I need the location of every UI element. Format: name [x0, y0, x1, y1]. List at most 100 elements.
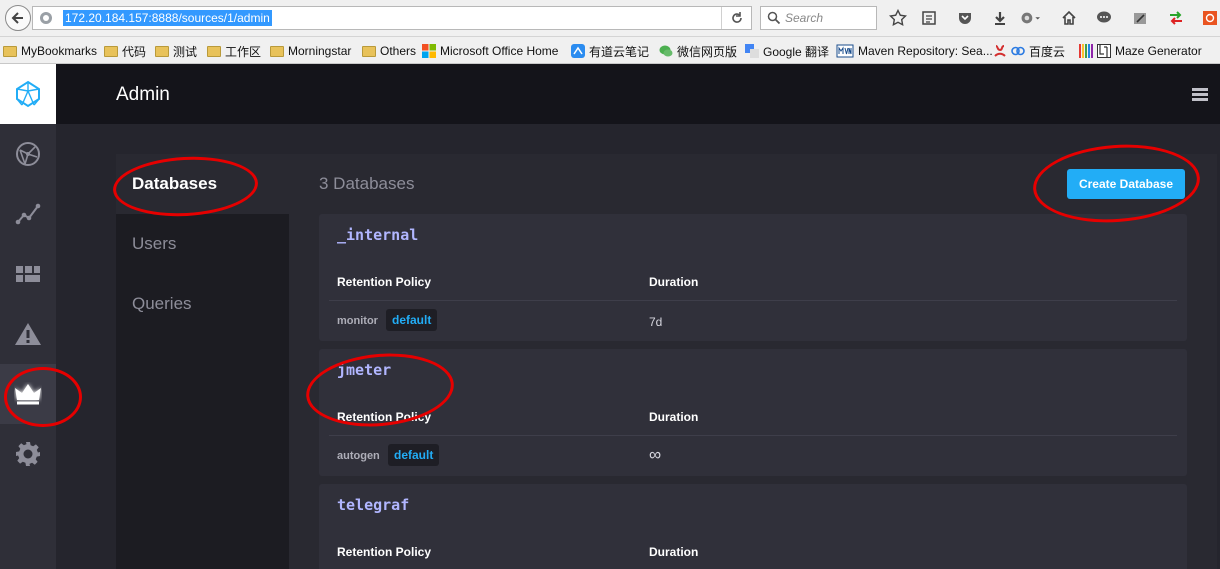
sidebar-item-alerts[interactable]	[0, 304, 56, 364]
subnav-item-users[interactable]: Users	[116, 214, 289, 274]
chronograf-logo-icon	[16, 80, 40, 108]
default-badge: default	[388, 444, 440, 466]
bookmark-label: 代码	[122, 44, 147, 59]
folder-icon	[270, 45, 284, 57]
default-badge: default	[386, 309, 438, 331]
column-header-retention-policy: Retention Policy	[337, 275, 432, 289]
sidebar-item-data-explorer[interactable]	[0, 184, 56, 244]
graph-line-icon	[15, 203, 41, 225]
bookmark-wechat[interactable]: 微信网页版	[659, 42, 737, 60]
page-title: Admin	[116, 84, 170, 105]
alert-triangle-icon	[15, 323, 41, 345]
bookmark-label: Google 翻译	[763, 44, 830, 59]
bookmark-label: Others	[380, 44, 417, 58]
header-menu-button[interactable]	[1192, 88, 1208, 107]
folder-icon	[104, 45, 118, 57]
subnav-item-queries[interactable]: Queries	[116, 274, 289, 334]
bookmark-label: 微信网页版	[677, 44, 738, 59]
logo[interactable]	[0, 64, 56, 124]
database-card-jmeter: jmeter Retention Policy Duration autogen…	[319, 349, 1187, 476]
star-icon[interactable]	[888, 8, 908, 28]
bookmark-test[interactable]: 测试	[155, 42, 197, 60]
column-header-duration: Duration	[649, 545, 699, 559]
network-icon	[16, 142, 40, 166]
back-button[interactable]	[5, 5, 31, 31]
mvn-icon	[836, 44, 854, 58]
bookmark-label: Morningstar	[288, 44, 352, 58]
bookmark-google-translate[interactable]: Google 翻译	[745, 42, 829, 60]
bookmark-label: Microsoft Office Home	[440, 44, 559, 58]
retention-duration: ∞	[649, 445, 662, 464]
bookmark-others[interactable]: Others	[362, 42, 416, 60]
folder-icon	[207, 45, 221, 57]
folder-icon	[3, 45, 17, 57]
databases-count-title: 3 Databases	[319, 174, 415, 193]
browser-toolbar: 172.20.184.157:8888/sources/1/admin Sear…	[0, 0, 1220, 37]
row-divider	[329, 435, 1177, 436]
cloud-icon	[1011, 46, 1025, 56]
folder-icon	[362, 45, 376, 57]
reading-list-icon[interactable]	[919, 8, 939, 28]
sidebar-item-host-list[interactable]	[0, 124, 56, 184]
arrow-left-icon	[11, 12, 23, 24]
dashboard-grid-icon	[16, 266, 40, 282]
gear-icon	[16, 442, 40, 466]
baidu-icon	[994, 45, 1006, 57]
annotation-circle-admin	[4, 367, 82, 427]
addon-menu-icon[interactable]	[1020, 8, 1040, 28]
database-name: _internal	[337, 226, 419, 244]
bookmark-maven[interactable]: Maven Repository: Sea...	[836, 42, 993, 60]
ms-office-icon	[422, 44, 436, 58]
bookmark-label: 百度云	[1029, 44, 1066, 59]
bookmark-mybookmarks[interactable]: MyBookmarks	[3, 42, 97, 60]
search-bar[interactable]: Search	[760, 6, 877, 30]
chat-icon[interactable]	[1094, 8, 1114, 28]
retention-policy-name: monitor	[337, 315, 378, 327]
bookmark-youdao[interactable]: 有道云笔记	[571, 42, 649, 60]
bookmark-label: 工作区	[225, 44, 262, 59]
app-sidebar	[0, 64, 56, 569]
list-menu-icon	[1192, 88, 1208, 101]
column-header-retention-policy: Retention Policy	[337, 545, 432, 559]
retention-duration: 7d	[649, 315, 663, 329]
retention-policy-name: autogen	[337, 450, 380, 462]
bookmark-label: 测试	[173, 44, 198, 59]
home-icon[interactable]	[1059, 8, 1079, 28]
row-divider	[329, 300, 1177, 301]
bookmark-code[interactable]: 代码	[104, 42, 146, 60]
ubuntu-icon[interactable]	[1200, 8, 1220, 28]
bookmark-label: MyBookmarks	[21, 44, 98, 58]
download-icon[interactable]	[990, 8, 1010, 28]
sidebar-item-configuration[interactable]	[0, 424, 56, 484]
bookmark-workspace[interactable]: 工作区	[207, 42, 261, 60]
note-icon	[571, 44, 585, 58]
bookmark-morningstar[interactable]: Morningstar	[270, 42, 351, 60]
url-bar[interactable]: 172.20.184.157:8888/sources/1/admin	[32, 6, 752, 30]
database-card-internal: _internal Retention Policy Duration moni…	[319, 214, 1187, 341]
column-header-duration: Duration	[649, 410, 699, 424]
colorbars-icon	[1079, 44, 1093, 58]
bookmark-baidu-yun[interactable]: 百度云	[993, 42, 1065, 60]
bookmark-maze-generator[interactable]: Maze Generator	[1079, 42, 1202, 60]
maze-icon	[1097, 44, 1111, 58]
sidebar-item-dashboards[interactable]	[0, 244, 56, 304]
reload-icon	[731, 12, 742, 23]
url-text[interactable]: 172.20.184.157:8888/sources/1/admin	[63, 10, 272, 26]
search-placeholder: Search	[785, 11, 824, 25]
admin-subnav: Databases Users Queries	[116, 154, 289, 569]
page-header: Admin	[56, 64, 1220, 124]
sync-icon[interactable]	[1166, 8, 1186, 28]
database-card-telegraf: telegraf Retention Policy Duration	[319, 484, 1187, 569]
globe-icon	[40, 12, 52, 24]
notes-icon[interactable]	[1130, 8, 1150, 28]
wechat-icon	[659, 45, 673, 57]
pocket-icon[interactable]	[955, 8, 975, 28]
bookmark-office[interactable]: Microsoft Office Home	[422, 42, 558, 60]
reload-button[interactable]	[721, 7, 751, 29]
bookmarks-bar: MyBookmarks 代码 测试 工作区 Morningstar Others…	[0, 37, 1220, 64]
bookmark-label: Maze Generator	[1115, 44, 1202, 58]
bookmark-label: Maven Repository: Sea...	[858, 44, 993, 58]
bookmark-label: 有道云笔记	[589, 44, 650, 59]
folder-icon	[155, 45, 169, 57]
search-icon	[767, 11, 781, 25]
